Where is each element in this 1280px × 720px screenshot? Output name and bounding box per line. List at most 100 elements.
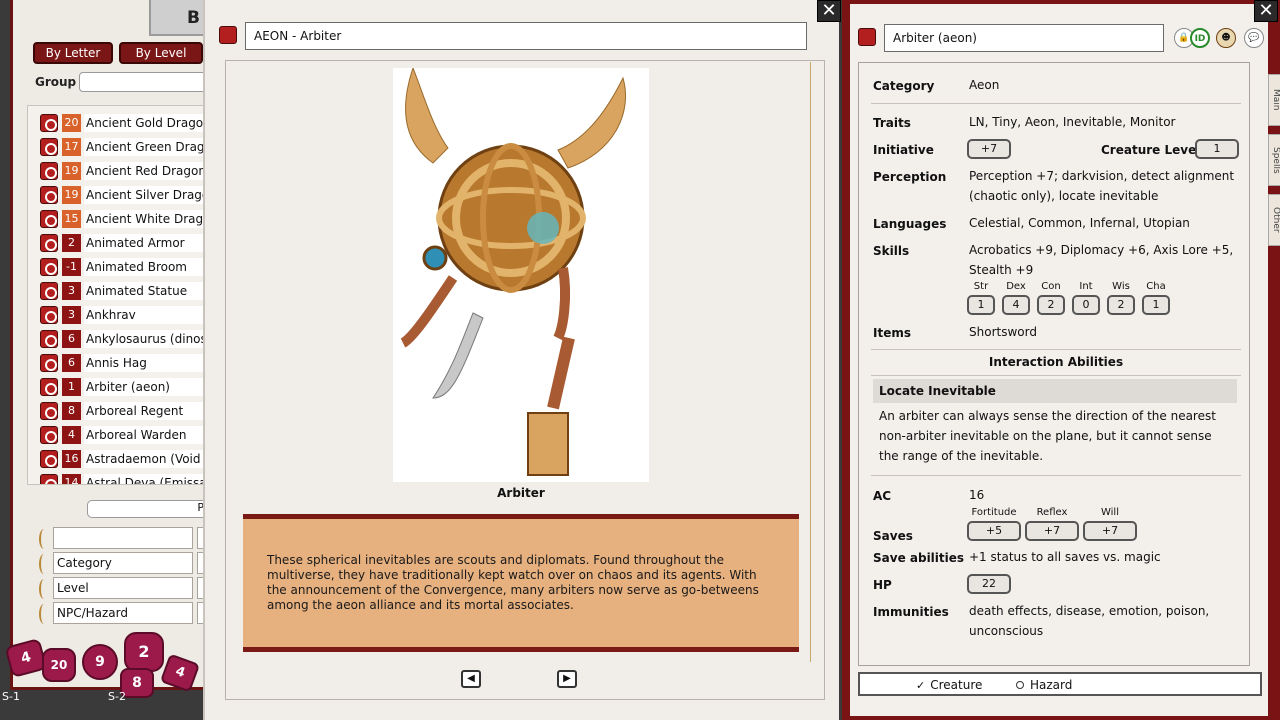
record-link-icon[interactable] <box>40 186 58 204</box>
list-item[interactable]: 3 Animated Statue <box>28 280 208 302</box>
scrollbar[interactable] <box>810 62 816 662</box>
con-value[interactable]: 2 <box>1037 295 1065 315</box>
creature-list[interactable]: 20 Ancient Gold Dragon 17 Ancient Green Dra… <box>27 105 209 485</box>
hazard-radio[interactable]: Hazard <box>1016 678 1072 692</box>
tab-spells[interactable]: Spells <box>1268 134 1280 186</box>
creature-name[interactable]: Ancient White Dragon <box>84 210 208 228</box>
creature-name[interactable]: Astral Deva (Emissary) <box>84 474 208 484</box>
dice-tray[interactable]: 4 20 9 2 8 4 <box>0 628 210 703</box>
creature-name[interactable]: Ankylosaurus (dinosaur) <box>84 330 208 348</box>
image-window-title[interactable]: AEON - Arbiter <box>245 22 807 50</box>
creature-name[interactable]: Ancient Gold Dragon <box>84 114 208 132</box>
creature-name[interactable]: Arboreal Regent <box>84 402 208 420</box>
creature-name[interactable]: Animated Statue <box>84 282 208 300</box>
creature-name[interactable]: Ancient Green Dragon <box>84 138 208 156</box>
list-item[interactable]: 20 Ancient Gold Dragon <box>28 112 208 134</box>
hp-value[interactable]: 22 <box>967 574 1011 594</box>
creature-name[interactable]: Astradaemon (Void Daemon) <box>84 450 208 468</box>
list-item[interactable]: 4 Arboreal Warden <box>28 424 208 446</box>
dex-value[interactable]: 4 <box>1002 295 1030 315</box>
category-value[interactable]: Aeon <box>969 75 1239 95</box>
tab-other[interactable]: Other <box>1268 194 1280 246</box>
save-abilities-value[interactable]: +1 status to all saves vs. magic <box>969 547 1239 567</box>
creature-name[interactable]: Annis Hag <box>84 354 208 372</box>
list-item[interactable]: 17 Ancient Green Dragon <box>28 136 208 158</box>
id-icon[interactable]: ID <box>1190 28 1210 48</box>
record-link-icon[interactable] <box>40 282 58 300</box>
chat-icon[interactable]: 💬 <box>1244 28 1264 48</box>
creature-name-field[interactable]: Arbiter (aeon) <box>884 24 1164 52</box>
reflex-value[interactable]: +7 <box>1025 521 1079 541</box>
list-item[interactable]: 3 Ankhrav <box>28 304 208 326</box>
filter-category[interactable]: Category <box>53 552 193 574</box>
will-value[interactable]: +7 <box>1083 521 1137 541</box>
creature-level-value[interactable]: 1 <box>1195 139 1239 159</box>
record-link-icon[interactable] <box>40 306 58 324</box>
d6-die-icon[interactable]: 4 <box>159 653 201 693</box>
filter-npc-hazard[interactable]: NPC/Hazard <box>53 602 193 624</box>
record-link-icon[interactable] <box>40 138 58 156</box>
by-letter-button[interactable]: By Letter <box>33 42 113 64</box>
locate-inevitable-header[interactable]: Locate Inevitable <box>873 379 1237 403</box>
initiative-value[interactable]: +7 <box>967 139 1011 159</box>
filter-field[interactable] <box>53 527 193 549</box>
previous-button[interactable]: ◀ <box>461 670 481 688</box>
filter-level[interactable]: Level <box>53 577 193 599</box>
close-icon[interactable]: ✕ <box>1254 0 1278 22</box>
record-link-icon[interactable] <box>40 234 58 252</box>
fortitude-value[interactable]: +5 <box>967 521 1021 541</box>
list-item[interactable]: 6Ankylosaurus (dinosaur) <box>28 328 208 350</box>
ac-value[interactable]: 16 <box>969 485 1239 505</box>
creature-name[interactable]: Animated Broom <box>84 258 208 276</box>
record-link-icon[interactable] <box>858 28 876 46</box>
record-link-icon[interactable] <box>40 114 58 132</box>
list-item[interactable]: 2 Animated Armor <box>28 232 208 254</box>
record-link-icon[interactable] <box>40 354 58 372</box>
tab-main[interactable]: Main <box>1268 74 1280 126</box>
list-footer-button[interactable]: P <box>87 500 209 518</box>
items-value[interactable]: Shortsword <box>969 322 1239 342</box>
record-link-icon[interactable] <box>40 258 58 276</box>
record-link-icon[interactable] <box>40 402 58 420</box>
creature-name[interactable]: Ancient Red Dragon <box>84 162 208 180</box>
record-link-icon[interactable] <box>40 162 58 180</box>
close-icon[interactable]: ✕ <box>817 0 841 22</box>
str-value[interactable]: 1 <box>967 295 995 315</box>
creature-name[interactable]: Ancient Silver Dragon <box>84 186 208 204</box>
list-item[interactable]: 6 Annis Hag <box>28 352 208 374</box>
next-button[interactable]: ▶ <box>557 670 577 688</box>
record-link-icon[interactable] <box>40 330 58 348</box>
record-link-icon[interactable] <box>40 210 58 228</box>
cha-value[interactable]: 1 <box>1142 295 1170 315</box>
list-item[interactable]: 14Astral Deva (Emissary) <box>28 472 208 484</box>
by-level-button[interactable]: By Level <box>119 42 203 64</box>
group-input[interactable] <box>79 72 209 92</box>
record-link-icon[interactable] <box>40 426 58 444</box>
list-item[interactable]: 8 Arboreal Regent <box>28 400 208 422</box>
d12-die-icon[interactable]: 2 <box>124 632 164 672</box>
record-link-icon[interactable] <box>219 26 237 44</box>
list-item[interactable]: 15 Ancient White Dragon <box>28 208 208 230</box>
immunities-value[interactable]: death effects, disease, emotion, poison,… <box>969 601 1239 641</box>
traits-value[interactable]: LN, Tiny, Aeon, Inevitable, Monitor <box>969 112 1239 132</box>
list-item[interactable]: 1 Arbiter (aeon) <box>28 376 208 398</box>
creature-name[interactable]: Arboreal Warden <box>84 426 208 444</box>
languages-value[interactable]: Celestial, Common, Infernal, Utopian <box>969 213 1239 233</box>
d10-die-icon[interactable]: 9 <box>82 644 118 680</box>
creature-name[interactable]: Ankhrav <box>84 306 208 324</box>
record-link-icon[interactable] <box>40 450 58 468</box>
creature-name[interactable]: Animated Armor <box>84 234 208 252</box>
d20-die-icon[interactable]: 20 <box>42 648 76 682</box>
creature-name[interactable]: Arbiter (aeon) <box>84 378 208 396</box>
record-link-icon[interactable] <box>40 378 58 396</box>
list-item[interactable]: 19 Ancient Red Dragon <box>28 160 208 182</box>
skills-value[interactable]: Acrobatics +9, Diplomacy +6, Axis Lore +… <box>969 240 1239 280</box>
list-item[interactable]: 16Astradaemon (Void Daemon) <box>28 448 208 470</box>
perception-value[interactable]: Perception +7; darkvision, detect alignm… <box>969 166 1239 206</box>
list-item[interactable]: 19 Ancient Silver Dragon <box>28 184 208 206</box>
list-item[interactable]: -1 Animated Broom <box>28 256 208 278</box>
portrait-icon[interactable]: ☻ <box>1216 28 1236 48</box>
creature-radio[interactable]: ✓ Creature <box>916 678 982 692</box>
int-value[interactable]: 0 <box>1072 295 1100 315</box>
record-link-icon[interactable] <box>40 474 58 484</box>
